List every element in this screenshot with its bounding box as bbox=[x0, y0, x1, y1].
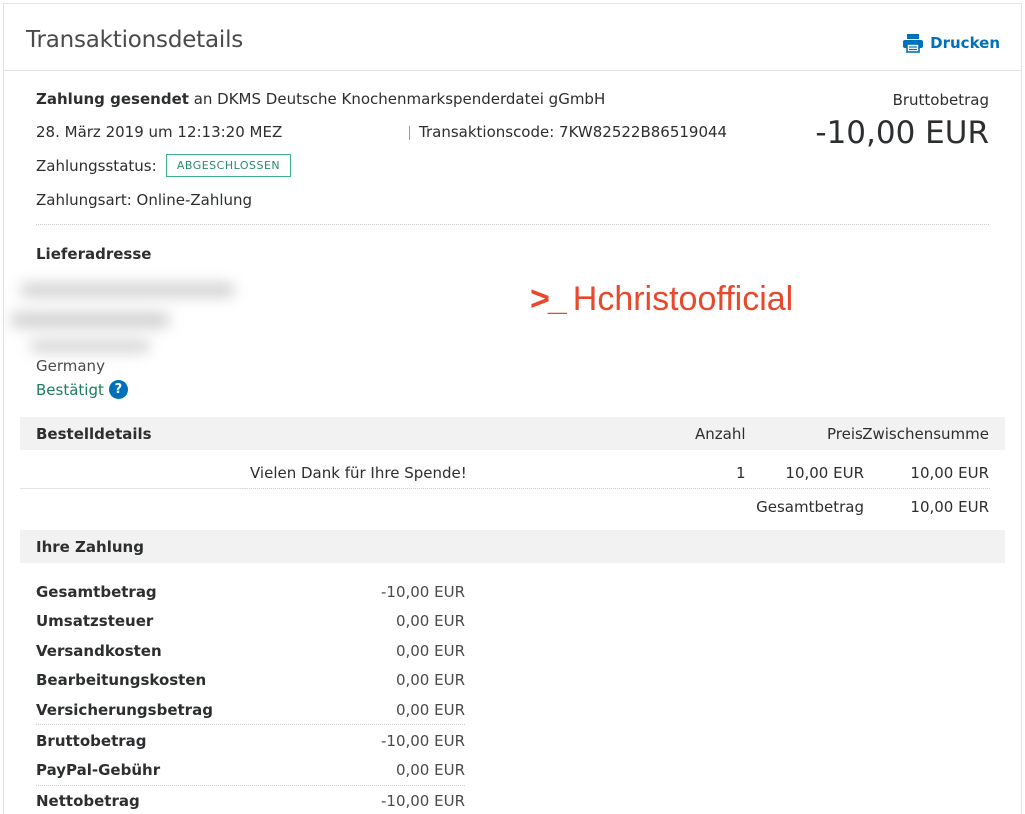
payment-status-label: Zahlungsstatus: bbox=[36, 157, 157, 175]
payment-row-value: -10,00 EUR bbox=[380, 583, 465, 601]
order-details-header: Bestelldetails Anzahl Preis Zwischensumm… bbox=[20, 417, 1005, 450]
payment-row-insurance: Versicherungsbetrag 0,00 EUR bbox=[36, 701, 465, 725]
payment-row-label: Bearbeitungskosten bbox=[36, 671, 207, 689]
payment-row-handling: Bearbeitungskosten 0,00 EUR bbox=[36, 671, 465, 695]
page-title: Transaktionsdetails bbox=[26, 27, 244, 53]
panel-header: Transaktionsdetails Drucken bbox=[3, 3, 1022, 71]
address-verified-link[interactable]: Bestätigt ? bbox=[36, 380, 128, 399]
watermark-text: Hchristoofficial bbox=[572, 280, 794, 318]
printer-icon bbox=[902, 33, 924, 53]
print-label: Drucken bbox=[930, 34, 1000, 52]
your-payment-title: Ihre Zahlung bbox=[36, 538, 144, 556]
status-badge: ABGESCHLOSSEN bbox=[166, 154, 291, 177]
verified-label: Bestätigt bbox=[36, 380, 104, 399]
order-row-divider bbox=[245, 488, 990, 489]
payment-row-label: Versandkosten bbox=[36, 642, 162, 660]
question-icon[interactable]: ? bbox=[108, 380, 128, 399]
payment-row-value: 0,00 EUR bbox=[395, 701, 465, 719]
payment-row-shipping: Versandkosten 0,00 EUR bbox=[36, 642, 465, 666]
gross-amount-value: -10,00 EUR bbox=[815, 115, 989, 151]
shipping-address-label: Lieferadresse bbox=[36, 245, 152, 263]
payment-row-total: Gesamtbetrag -10,00 EUR bbox=[36, 583, 465, 607]
redacted-address-line bbox=[30, 340, 150, 352]
payment-divider bbox=[36, 724, 465, 725]
transaction-datetime: 28. März 2019 um 12:13:20 MEZ bbox=[36, 123, 283, 141]
order-item-qty: 1 bbox=[736, 464, 746, 482]
payment-row-value: -10,00 EUR bbox=[380, 732, 465, 750]
terminal-prompt-glyph: >_ bbox=[530, 280, 567, 318]
transaction-code: Transaktionscode: 7KW82522B86519044 bbox=[419, 123, 728, 141]
redacted-address-line bbox=[10, 312, 170, 328]
order-item-price: 10,00 EUR bbox=[785, 464, 864, 482]
watermark: >_ Hchristoofficial bbox=[530, 280, 793, 319]
order-item-description: Vielen Dank für Ihre Spende! bbox=[250, 464, 467, 482]
payment-row-value: 0,00 EUR bbox=[395, 642, 465, 660]
your-payment-header: Ihre Zahlung bbox=[20, 530, 1005, 563]
payment-row-gross: Bruttobetrag -10,00 EUR bbox=[36, 732, 465, 756]
order-row-divider bbox=[20, 488, 245, 489]
payment-row-vat: Umsatzsteuer 0,00 EUR bbox=[36, 612, 465, 636]
payment-row-label: Versicherungsbetrag bbox=[36, 701, 213, 719]
payment-row-label: Umsatzsteuer bbox=[36, 612, 154, 630]
payment-row-net: Nettobetrag -10,00 EUR bbox=[36, 792, 465, 814]
payment-row-label: PayPal-Gebühr bbox=[36, 761, 161, 779]
payment-row-label: Nettobetrag bbox=[36, 792, 140, 810]
order-item-subtotal: 10,00 EUR bbox=[910, 464, 989, 482]
payment-type: Zahlungsart: Online-Zahlung bbox=[36, 191, 253, 209]
payment-row-value: 0,00 EUR bbox=[395, 612, 465, 630]
col-qty-header: Anzahl bbox=[695, 425, 746, 443]
payment-row-label: Bruttobetrag bbox=[36, 732, 147, 750]
payment-row-label: Gesamtbetrag bbox=[36, 583, 157, 601]
gross-amount-label: Bruttobetrag bbox=[892, 91, 989, 109]
col-price-header: Preis bbox=[827, 425, 863, 443]
order-total-value: 10,00 EUR bbox=[910, 498, 989, 516]
redacted-address-line bbox=[20, 283, 235, 297]
summary-divider bbox=[36, 224, 989, 225]
order-total-label: Gesamtbetrag bbox=[756, 498, 864, 516]
order-details-title: Bestelldetails bbox=[36, 425, 152, 443]
payment-summary-line: Zahlung gesendet an DKMS Deutsche Knoche… bbox=[36, 90, 605, 108]
payment-row-value: 0,00 EUR bbox=[395, 671, 465, 689]
col-subtotal-header: Zwischensumme bbox=[862, 425, 989, 443]
address-country: Germany bbox=[36, 357, 105, 375]
payment-sent-label: Zahlung gesendet bbox=[36, 90, 189, 108]
print-button[interactable]: Drucken bbox=[902, 33, 1000, 53]
payment-divider bbox=[36, 785, 465, 786]
payment-row-value: 0,00 EUR bbox=[395, 761, 465, 779]
payment-row-value: -10,00 EUR bbox=[380, 792, 465, 810]
recipient-name: an DKMS Deutsche Knochenmarkspenderdatei… bbox=[193, 90, 606, 108]
payment-row-paypal-fee: PayPal-Gebühr 0,00 EUR bbox=[36, 761, 465, 785]
meta-separator bbox=[409, 126, 410, 140]
